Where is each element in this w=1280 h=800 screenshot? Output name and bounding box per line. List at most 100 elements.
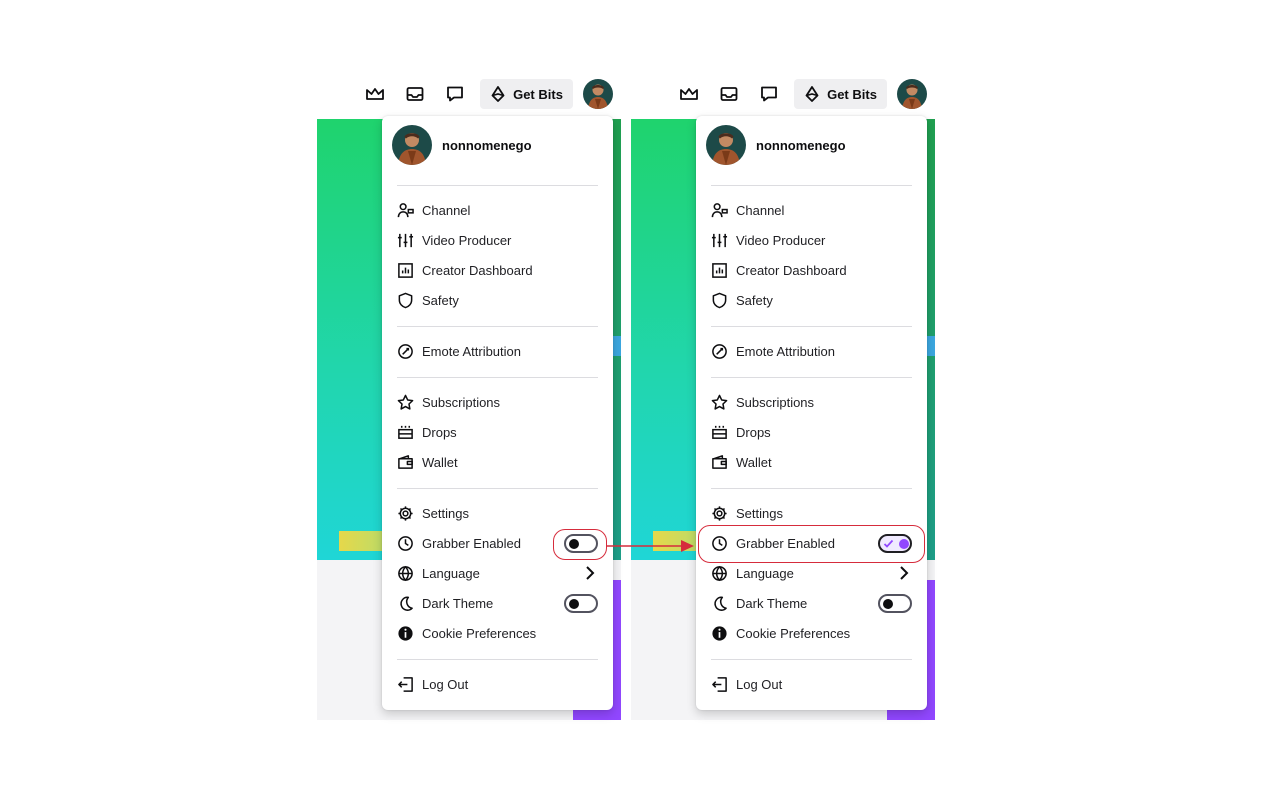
crown-icon[interactable] [365, 84, 385, 104]
menu-item-safety[interactable]: Safety [397, 285, 603, 315]
user-menu: nonnomenego Channel Video Producer Creat… [696, 116, 927, 710]
divider [711, 659, 912, 660]
menu-item-creator-dashboard[interactable]: Creator Dashboard [397, 255, 603, 285]
avatar[interactable] [583, 79, 613, 109]
divider [397, 326, 598, 327]
clock-icon [397, 535, 414, 552]
channel-icon [397, 202, 414, 219]
whispers-icon[interactable] [445, 84, 465, 104]
drops-icon [711, 424, 728, 441]
menu-item-cookie-preferences[interactable]: Cookie Preferences [711, 618, 917, 648]
menu-item-label: Drops [736, 424, 771, 440]
crown-icon[interactable] [679, 84, 699, 104]
menu-item-settings[interactable]: Settings [711, 498, 917, 528]
dashboard-icon [711, 262, 728, 279]
gear-icon [397, 505, 414, 522]
menu-item-label: Emote Attribution [736, 343, 835, 359]
chevron-right-icon [897, 565, 911, 581]
divider [397, 488, 598, 489]
top-nav: Get Bits [631, 76, 935, 112]
divider [711, 326, 912, 327]
divider [711, 488, 912, 489]
menu-item-label: Wallet [736, 454, 772, 470]
bits-icon [805, 86, 819, 102]
menu-item-wallet[interactable]: Wallet [397, 447, 603, 477]
menu-item-subscriptions[interactable]: Subscriptions [711, 387, 917, 417]
menu-item-label: Language [736, 565, 794, 581]
menu-item-label: Subscriptions [736, 394, 815, 410]
star-icon [397, 394, 414, 411]
menu-item-video-producer[interactable]: Video Producer [397, 225, 603, 255]
logout-icon [711, 676, 728, 693]
menu-item-cookie-preferences[interactable]: Cookie Preferences [397, 618, 603, 648]
moon-icon [397, 595, 414, 612]
info-icon [397, 625, 414, 642]
panel-before: Get Bits nonnomenego Channel Video Produ… [317, 76, 621, 722]
menu-item-language[interactable]: Language [397, 558, 603, 588]
menu-item-dark-theme[interactable]: Dark Theme [711, 588, 917, 618]
menu-item-video-producer[interactable]: Video Producer [711, 225, 917, 255]
menu-item-label: Cookie Preferences [422, 625, 537, 641]
bits-icon [491, 86, 505, 102]
wallet-icon [397, 454, 414, 471]
top-nav: Get Bits [317, 76, 621, 112]
user-row[interactable]: nonnomenego [706, 125, 846, 165]
get-bits-button[interactable]: Get Bits [480, 79, 573, 109]
username: nonnomenego [756, 137, 846, 153]
menu-item-dark-theme[interactable]: Dark Theme [397, 588, 603, 618]
dark-theme-toggle[interactable] [878, 594, 912, 613]
user-row[interactable]: nonnomenego [392, 125, 532, 165]
menu-item-safety[interactable]: Safety [711, 285, 917, 315]
toggle-knob [883, 598, 893, 609]
menu-item-label: Safety [736, 292, 773, 308]
menu-item-label: Channel [736, 202, 785, 218]
dark-theme-toggle[interactable] [564, 594, 598, 613]
menu-item-label: Safety [422, 292, 459, 308]
menu-item-label: Log Out [736, 676, 783, 692]
menu-item-channel[interactable]: Channel [397, 195, 603, 225]
get-bits-button[interactable]: Get Bits [794, 79, 887, 109]
dashboard-icon [397, 262, 414, 279]
emote-icon [397, 343, 414, 360]
username: nonnomenego [442, 137, 532, 153]
menu-item-log-out[interactable]: Log Out [397, 669, 603, 699]
moon-icon [711, 595, 728, 612]
inbox-icon[interactable] [405, 84, 425, 104]
globe-icon [711, 565, 728, 582]
menu-item-emote-attribution[interactable]: Emote Attribution [397, 336, 603, 366]
divider [397, 377, 598, 378]
user-menu: nonnomenego Channel Video Producer Creat… [382, 116, 613, 710]
menu-item-emote-attribution[interactable]: Emote Attribution [711, 336, 917, 366]
wallet-icon [711, 454, 728, 471]
chevron-right-icon [583, 565, 597, 581]
menu-item-wallet[interactable]: Wallet [711, 447, 917, 477]
shield-icon [397, 292, 414, 309]
avatar[interactable] [897, 79, 927, 109]
menu-item-drops[interactable]: Drops [711, 417, 917, 447]
get-bits-label: Get Bits [827, 86, 877, 102]
menu-item-channel[interactable]: Channel [711, 195, 917, 225]
menu-item-label: Emote Attribution [422, 343, 521, 359]
avatar [706, 125, 746, 165]
menu-item-label: Settings [422, 505, 469, 521]
menu-item-settings[interactable]: Settings [397, 498, 603, 528]
logout-icon [397, 676, 414, 693]
whispers-icon[interactable] [759, 84, 779, 104]
star-icon [711, 394, 728, 411]
panel-after: Get Bits nonnomenego Channel Video Produ… [631, 76, 935, 722]
highlight-row-after [698, 525, 925, 563]
menu-item-label: Log Out [422, 676, 469, 692]
menu-item-label: Creator Dashboard [422, 262, 533, 278]
menu-item-drops[interactable]: Drops [397, 417, 603, 447]
menu-item-label: Settings [736, 505, 783, 521]
menu-item-label: Channel [422, 202, 471, 218]
inbox-icon[interactable] [719, 84, 739, 104]
menu-item-label: Creator Dashboard [736, 262, 847, 278]
menu-item-creator-dashboard[interactable]: Creator Dashboard [711, 255, 917, 285]
menu-item-subscriptions[interactable]: Subscriptions [397, 387, 603, 417]
sliders-icon [397, 232, 414, 249]
gear-icon [711, 505, 728, 522]
divider [711, 377, 912, 378]
menu-item-label: Language [422, 565, 480, 581]
menu-item-log-out[interactable]: Log Out [711, 669, 917, 699]
